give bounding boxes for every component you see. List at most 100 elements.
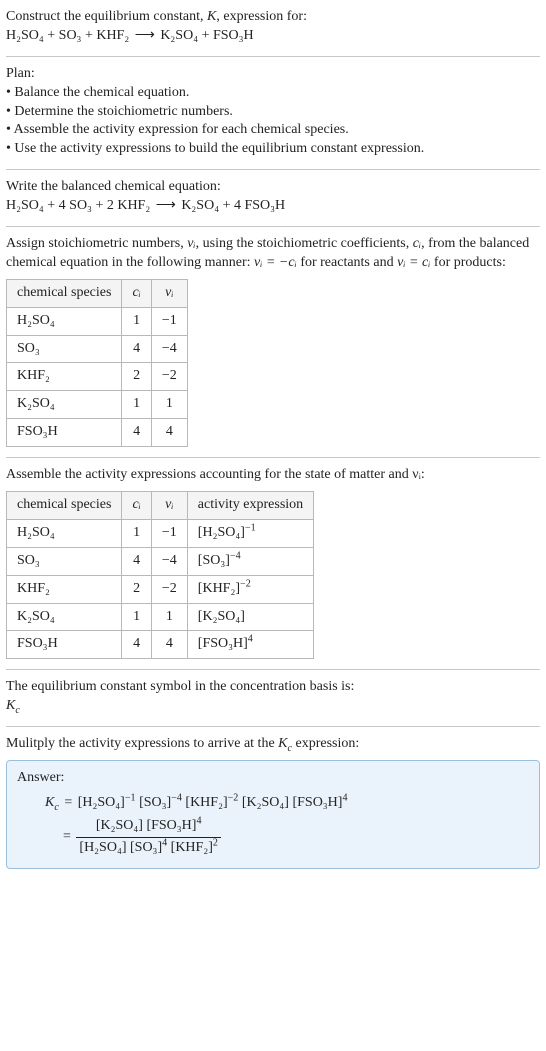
t2-r1-act: [SO₃]−4 — [187, 547, 313, 575]
t2-r1-nu: −4 — [151, 547, 187, 575]
intro-text-1b: , expression for: — [216, 9, 307, 24]
stoich-ci: cᵢ — [413, 236, 421, 251]
activity-title: Assemble the activity expressions accoun… — [6, 466, 540, 485]
stoich-b: , using the stoichiometric coefficients, — [196, 236, 413, 251]
balanced-arrow: ⟶ — [154, 198, 178, 213]
num-bb: [FSO₃H] — [146, 818, 196, 833]
t1-r1-c: 4 — [122, 335, 151, 363]
intro-block: Construct the equilibrium constant, K, e… — [6, 8, 540, 46]
t2-r1-exp: −4 — [230, 550, 241, 561]
t2-r3-base: [K₂SO₄] — [198, 609, 245, 624]
t2-h-nu: νᵢ — [151, 492, 187, 520]
t2-r2-act: [KHF₂]−2 — [187, 575, 313, 603]
answer-frac-den: [H₂SO₄] [SO₃]4 [KHF₂]2 — [76, 838, 221, 858]
stoich-e: for products: — [430, 255, 505, 270]
t1-r1-nu: −4 — [151, 335, 187, 363]
balanced-title: Write the balanced chemical equation: — [6, 178, 540, 197]
t2-r4-nu: 4 — [151, 631, 187, 659]
num-a: [K₂SO₄] — [96, 818, 143, 833]
t1-r2-nu: −2 — [151, 363, 187, 391]
answer-fraction: [K₂SO₄] [FSO₃H]4 [H₂SO₄] [SO₃]4 [KHF₂]2 — [76, 817, 221, 858]
stoich-rel2: νᵢ = cᵢ — [397, 255, 430, 270]
divider-3 — [6, 226, 540, 227]
kc-sub: c — [15, 705, 19, 716]
table-row: SO₃ 4 −4 [SO₃]−4 — [7, 547, 314, 575]
table-row: FSO₃H 4 4 [FSO₃H]4 — [7, 631, 314, 659]
ans-eq2: = — [61, 829, 73, 844]
t2-r3-c: 1 — [122, 603, 151, 631]
kc-K: K — [6, 698, 15, 713]
plan-title: Plan: — [6, 65, 540, 84]
table-header-row: chemical species cᵢ νᵢ activity expressi… — [7, 492, 314, 520]
table-row: H₂SO₄ 1 −1 — [7, 307, 188, 335]
ans-Kc-sub: c — [54, 802, 58, 813]
kc-symbol-text: The equilibrium constant symbol in the c… — [6, 678, 540, 697]
plan-block: Plan: • Balance the chemical equation. •… — [6, 65, 540, 159]
table-row: K₂SO₄ 1 1 [K₂SO₄] — [7, 603, 314, 631]
ans-eq1: = — [62, 795, 74, 810]
den-a: [H₂SO₄] — [79, 840, 126, 855]
t2-r3-act: [K₂SO₄] — [187, 603, 313, 631]
activity-table: chemical species cᵢ νᵢ activity expressi… — [6, 491, 314, 659]
answer-box: Answer: Kc = [H₂SO₄]−1 [SO₃]−4 [KHF₂]−2 … — [6, 760, 540, 869]
multiply-K: K — [278, 736, 287, 751]
t1-r3-species: K₂SO₄ — [7, 391, 122, 419]
t1-r4-species: FSO₃H — [7, 419, 122, 447]
t2-r1-species: SO₃ — [7, 547, 122, 575]
t2-r3-nu: 1 — [151, 603, 187, 631]
stoich-text: Assign stoichiometric numbers, νᵢ, using… — [6, 235, 540, 273]
t2-r0-exp: −1 — [245, 522, 256, 533]
t1-r3-c: 1 — [122, 391, 151, 419]
t1-h-ci: cᵢ — [122, 279, 151, 307]
ans-t5e: 4 — [342, 792, 347, 803]
ans-t3e: −2 — [228, 792, 239, 803]
answer-label: Answer: — [17, 769, 529, 788]
t2-r4-exp: 4 — [248, 634, 253, 645]
t1-h-species: chemical species — [7, 279, 122, 307]
t2-r4-c: 4 — [122, 631, 151, 659]
ans-t2e: −4 — [171, 792, 182, 803]
num-be: 4 — [196, 815, 201, 826]
t2-h-act: activity expression — [187, 492, 313, 520]
stoich-d: for reactants and — [297, 255, 397, 270]
plan-item-2: • Determine the stoichiometric numbers. — [6, 103, 540, 122]
intro-eq-rhs: K₂SO₄ + FSO₃H — [160, 28, 253, 43]
table-header-row: chemical species cᵢ νᵢ — [7, 279, 188, 307]
t1-h-nu: νᵢ — [151, 279, 187, 307]
answer-flat-line: Kc = [H₂SO₄]−1 [SO₃]−4 [KHF₂]−2 [K₂SO₄] … — [17, 794, 529, 813]
multiply-b: expression: — [292, 736, 359, 751]
divider-1 — [6, 56, 540, 57]
t2-r0-act: [H₂SO₄]−1 — [187, 519, 313, 547]
t2-r0-c: 1 — [122, 519, 151, 547]
stoich-a: Assign stoichiometric numbers, — [6, 236, 187, 251]
ans-t1e: −1 — [125, 792, 136, 803]
ans-t2b: [SO₃] — [139, 795, 171, 810]
ans-Kc: K — [45, 795, 54, 810]
table-row: SO₃ 4 −4 — [7, 335, 188, 363]
kc-symbol: Kc — [6, 697, 540, 716]
den-bb: [SO₃] — [130, 840, 162, 855]
ans-t1b: [H₂SO₄] — [78, 795, 125, 810]
table-row: KHF₂ 2 −2 [KHF₂]−2 — [7, 575, 314, 603]
t1-r2-species: KHF₂ — [7, 363, 122, 391]
intro-text-1: Construct the equilibrium constant, — [6, 9, 207, 24]
t2-r4-base: [FSO₃H] — [198, 636, 248, 651]
plan-item-4: • Use the activity expressions to build … — [6, 140, 540, 159]
plan-item-3: • Assemble the activity expression for e… — [6, 121, 540, 140]
intro-K: K — [207, 9, 216, 24]
table-row: KHF₂ 2 −2 — [7, 363, 188, 391]
multiply-a: Mulitply the activity expressions to arr… — [6, 736, 278, 751]
t2-r2-exp: −2 — [240, 578, 251, 589]
den-cb: [KHF₂] — [171, 840, 213, 855]
t2-r3-species: K₂SO₄ — [7, 603, 122, 631]
answer-frac-line: = [K₂SO₄] [FSO₃H]4 [H₂SO₄] [SO₃]4 [KHF₂]… — [17, 817, 529, 858]
intro-eq-lhs: H₂SO₄ + SO₃ + KHF₂ — [6, 28, 129, 43]
multiply-block: Mulitply the activity expressions to arr… — [6, 735, 540, 754]
divider-5 — [6, 669, 540, 670]
balanced-lhs: H₂SO₄ + 4 SO₃ + 2 KHF₂ — [6, 198, 150, 213]
den-be: 4 — [162, 837, 167, 848]
t2-r1-c: 4 — [122, 547, 151, 575]
den-ce: 2 — [213, 837, 218, 848]
plan-item-1: • Balance the chemical equation. — [6, 84, 540, 103]
t2-r0-species: H₂SO₄ — [7, 519, 122, 547]
